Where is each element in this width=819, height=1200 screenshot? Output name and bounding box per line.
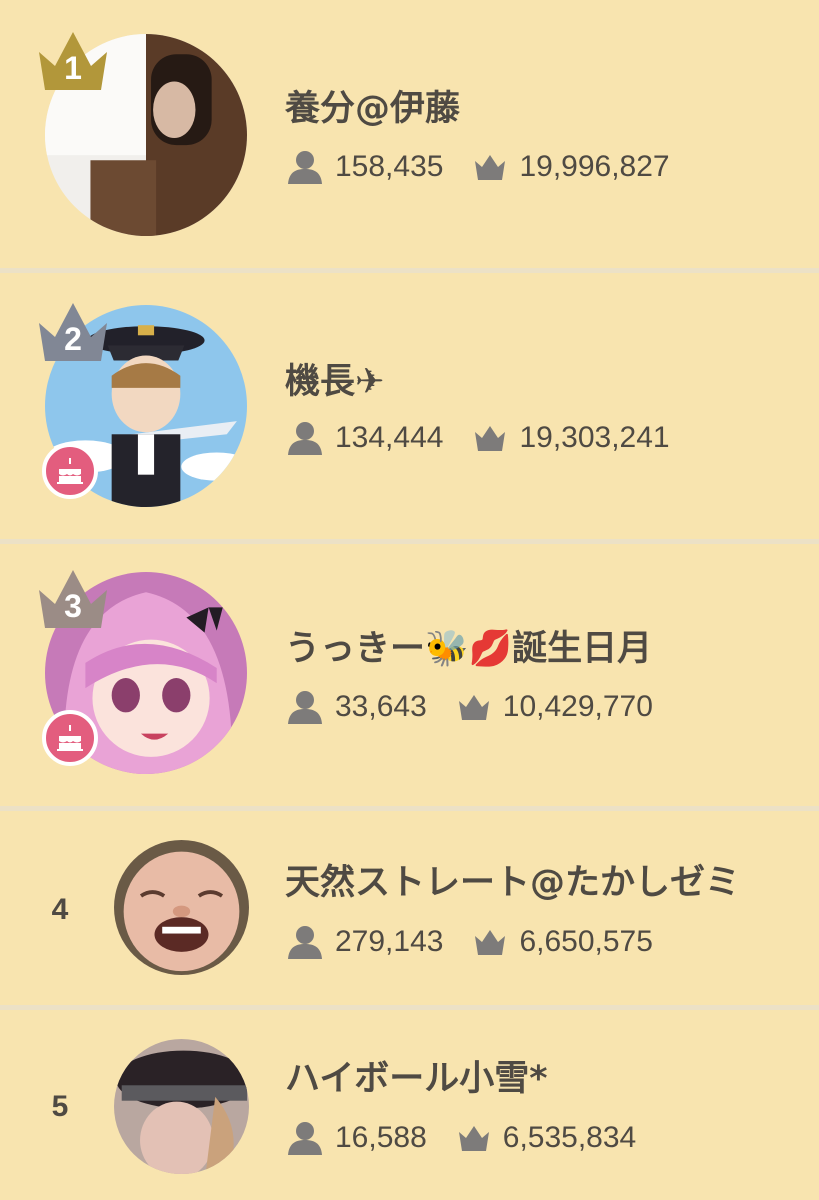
crown-icon <box>475 155 506 180</box>
crown-icon <box>458 695 489 720</box>
score-count: 19,996,827 <box>519 150 670 183</box>
score-count: 19,303,241 <box>519 421 670 454</box>
avatar[interactable] <box>114 840 249 975</box>
crown-icon <box>458 1126 489 1151</box>
user-stats: 16,588 6,535,834 <box>287 1120 636 1156</box>
followers-count: 33,643 <box>335 690 427 723</box>
cake-icon <box>57 725 83 751</box>
user-name[interactable]: ハイボール小雪* <box>285 1050 548 1101</box>
crown-icon <box>475 930 506 955</box>
followers-stat: 16,588 <box>287 1121 427 1155</box>
user-stats: 33,643 10,429,770 <box>287 689 653 725</box>
followers-stat: 134,444 <box>287 421 443 455</box>
followers-count: 279,143 <box>335 925 444 958</box>
person-icon <box>288 691 322 724</box>
birthday-badge <box>42 710 98 766</box>
followers-count: 16,588 <box>335 1121 427 1154</box>
score-stat: 10,429,770 <box>457 690 653 724</box>
score-stat: 19,303,241 <box>473 421 670 455</box>
followers-count: 134,444 <box>335 421 444 454</box>
followers-count: 158,435 <box>335 150 444 183</box>
rank-number: 2 <box>64 321 82 357</box>
cake-icon <box>57 458 83 484</box>
score-count: 10,429,770 <box>502 690 653 723</box>
rank-crown-icon: 1 <box>35 28 111 94</box>
ranking-row[interactable]: 4 天然ストレート@たかしゼミ 279,143 6,650,575 <box>0 811 819 1005</box>
rank-number: 5 <box>51 1090 69 1123</box>
score-stat: 6,535,834 <box>457 1121 636 1155</box>
rank-number: 3 <box>64 588 82 624</box>
user-name[interactable]: 天然ストレート@たかしゼミ <box>285 854 740 905</box>
avatar[interactable] <box>114 1039 249 1174</box>
rank-crown-icon: 3 <box>35 566 111 632</box>
rank-crown-icon: 2 <box>35 299 111 365</box>
person-icon <box>288 151 322 184</box>
rank-number: 1 <box>64 50 82 86</box>
score-count: 6,650,575 <box>519 925 653 958</box>
user-name[interactable]: 機長✈ <box>285 353 384 404</box>
crown-icon <box>475 426 506 451</box>
ranking-row[interactable]: 2 機長✈ 134,444 19,303,241 <box>0 273 819 539</box>
user-stats: 279,143 6,650,575 <box>287 924 653 960</box>
rank-number: 4 <box>51 893 69 926</box>
ranking-list: 1 養分@伊藤 158,435 19,996,827 2 機長✈ 134,444… <box>0 0 819 1200</box>
person-icon <box>288 926 322 959</box>
score-stat: 6,650,575 <box>473 925 653 959</box>
ranking-row[interactable]: 5 ハイボール小雪* 16,588 6,535,834 <box>0 1010 819 1200</box>
birthday-badge <box>42 443 98 499</box>
followers-stat: 158,435 <box>287 150 443 184</box>
person-icon <box>288 422 322 455</box>
user-stats: 134,444 19,303,241 <box>287 420 670 456</box>
person-icon <box>288 1122 322 1155</box>
ranking-row[interactable]: 3 うっきー🐝💋誕生日月 33,643 10,429,770 <box>0 544 819 806</box>
ranking-row[interactable]: 1 養分@伊藤 158,435 19,996,827 <box>0 0 819 268</box>
user-name[interactable]: うっきー🐝💋誕生日月 <box>285 620 652 671</box>
followers-stat: 33,643 <box>287 690 427 724</box>
followers-stat: 279,143 <box>287 925 443 959</box>
score-stat: 19,996,827 <box>473 150 670 184</box>
user-name[interactable]: 養分@伊藤 <box>285 80 460 131</box>
user-stats: 158,435 19,996,827 <box>287 149 670 185</box>
score-count: 6,535,834 <box>502 1121 637 1154</box>
